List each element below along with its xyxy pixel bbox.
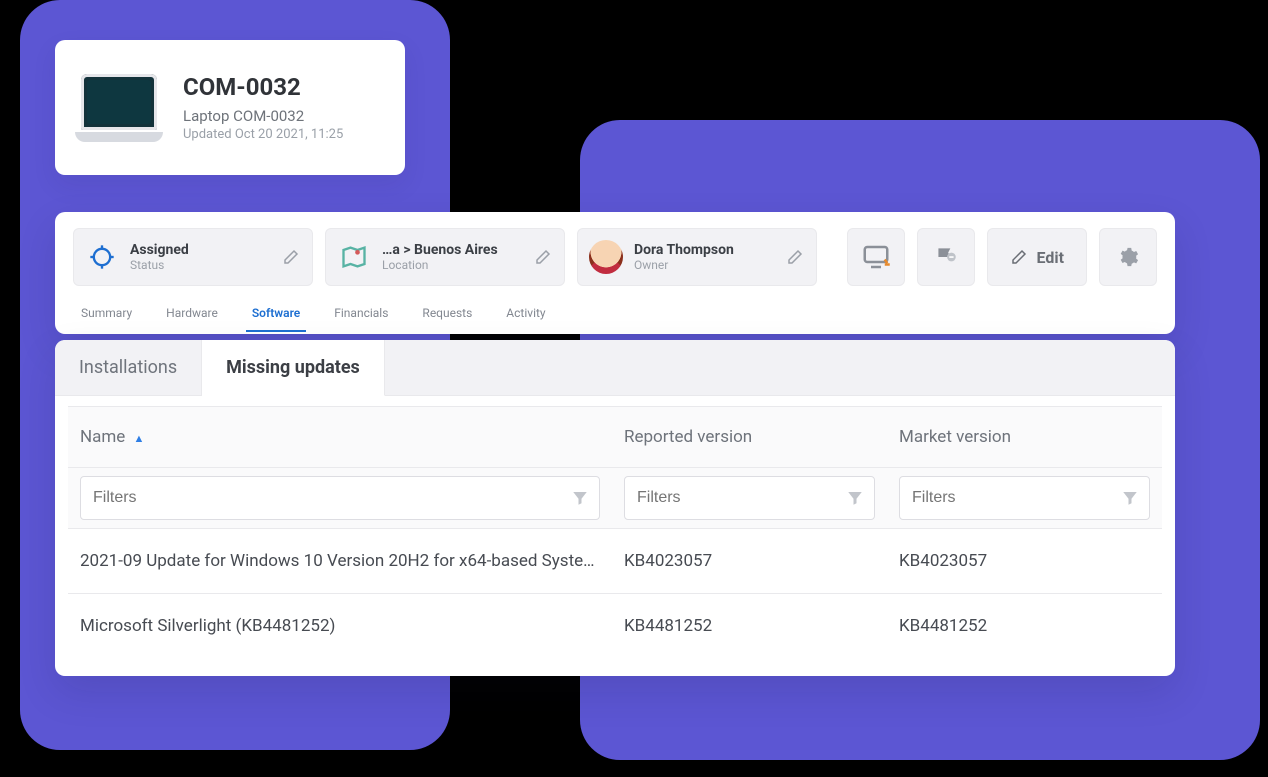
location-pill[interactable]: …a > Buenos Aires Location — [325, 228, 565, 286]
cell-reported: KB4023057 — [612, 529, 887, 594]
edit-button-label: Edit — [1036, 248, 1064, 267]
cell-market: KB4023057 — [887, 529, 1162, 594]
map-icon — [336, 239, 372, 275]
tab-financials[interactable]: Financials — [332, 300, 390, 326]
tab-software[interactable]: Software — [250, 300, 302, 326]
col-name[interactable]: Name ▲ — [68, 407, 612, 468]
cell-reported: KB4481252 — [612, 594, 887, 677]
filter-market[interactable] — [899, 476, 1150, 520]
edit-location-button[interactable] — [532, 246, 554, 268]
table-row[interactable]: Microsoft Silverlight (KB4481252) KB4481… — [68, 594, 1162, 677]
col-reported-version[interactable]: Reported version — [612, 407, 887, 468]
laptop-icon — [75, 74, 163, 142]
filter-name[interactable] — [80, 476, 600, 520]
monitor-button[interactable] — [847, 228, 905, 286]
avatar-icon — [588, 239, 624, 275]
asset-main-tabs: Summary Hardware Software Financials Req… — [73, 286, 1157, 334]
tab-summary[interactable]: Summary — [79, 300, 134, 326]
asset-info-panel: Assigned Status …a > Buenos Aires Locati… — [55, 212, 1175, 334]
status-label: Status — [130, 258, 270, 272]
owner-pill[interactable]: Dora Thompson Owner — [577, 228, 817, 286]
subtab-installations[interactable]: Installations — [55, 340, 202, 395]
settings-button[interactable] — [1099, 228, 1157, 286]
owner-value: Dora Thompson — [634, 242, 774, 258]
location-label: Location — [382, 258, 522, 272]
asset-updated-line: Updated Oct 20 2021, 11:25 — [183, 127, 343, 142]
edit-button[interactable]: Edit — [987, 228, 1087, 286]
edit-owner-button[interactable] — [784, 246, 806, 268]
cell-name: Microsoft Silverlight (KB4481252) — [68, 594, 612, 677]
flag-button[interactable] — [917, 228, 975, 286]
missing-updates-table: Name ▲ Reported version Market version — [68, 406, 1162, 676]
location-value: …a > Buenos Aires — [382, 242, 522, 258]
software-table-panel: Installations Missing updates Name ▲ Rep… — [55, 340, 1175, 676]
funnel-icon — [571, 489, 589, 507]
col-market-version[interactable]: Market version — [887, 407, 1162, 468]
filter-name-input[interactable] — [91, 488, 571, 508]
crosshair-icon — [84, 239, 120, 275]
filter-reported-input[interactable] — [635, 488, 846, 508]
tab-hardware[interactable]: Hardware — [164, 300, 220, 326]
asset-header-card: COM-0032 Laptop COM-0032 Updated Oct 20 … — [55, 40, 405, 175]
filter-market-input[interactable] — [910, 488, 1121, 508]
table-row[interactable]: 2021-09 Update for Windows 10 Version 20… — [68, 529, 1162, 594]
tab-activity[interactable]: Activity — [504, 300, 547, 326]
edit-status-button[interactable] — [280, 246, 302, 268]
asset-info-row: Assigned Status …a > Buenos Aires Locati… — [73, 228, 1157, 286]
tab-requests[interactable]: Requests — [420, 300, 474, 326]
status-value: Assigned — [130, 242, 270, 258]
sort-asc-icon: ▲ — [134, 432, 145, 445]
funnel-icon — [846, 489, 864, 507]
owner-label: Owner — [634, 258, 774, 272]
cell-name: 2021-09 Update for Windows 10 Version 20… — [68, 529, 612, 594]
subtab-missing-updates[interactable]: Missing updates — [202, 340, 385, 396]
filter-reported[interactable] — [624, 476, 875, 520]
asset-code: COM-0032 — [183, 73, 343, 101]
funnel-icon — [1121, 489, 1139, 507]
status-pill[interactable]: Assigned Status — [73, 228, 313, 286]
asset-type-line: Laptop COM-0032 — [183, 107, 343, 125]
software-subtabs: Installations Missing updates — [55, 340, 1175, 396]
cell-market: KB4481252 — [887, 594, 1162, 677]
filter-row — [68, 468, 1162, 529]
